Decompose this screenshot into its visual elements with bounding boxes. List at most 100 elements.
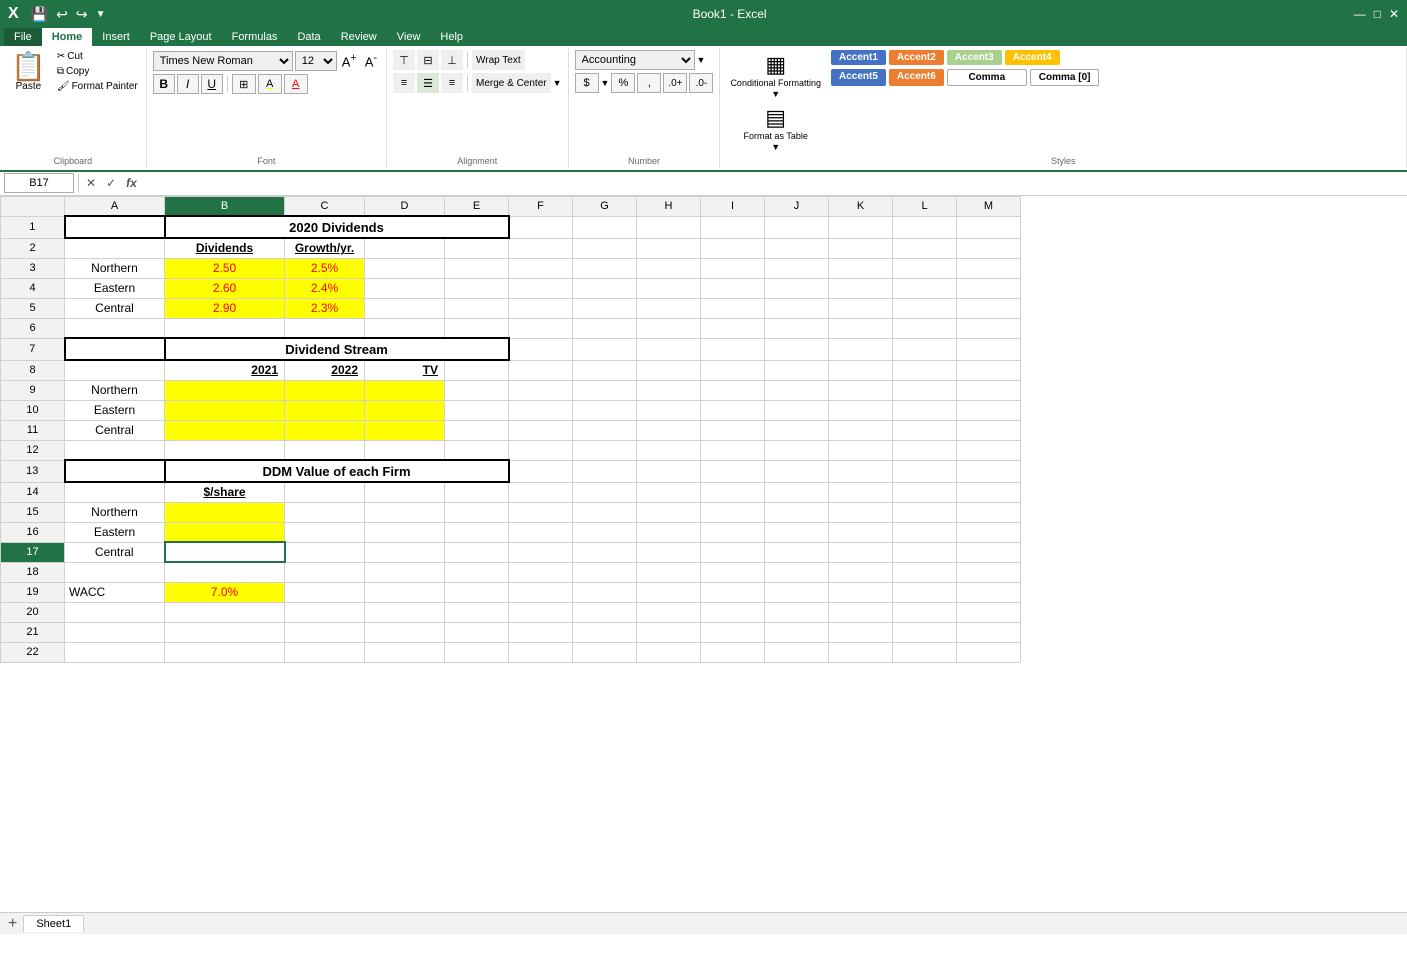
cell-I3[interactable]: [701, 258, 765, 278]
cell-J11[interactable]: [765, 420, 829, 440]
tab-page-layout[interactable]: Page Layout: [140, 28, 222, 46]
cell-H18[interactable]: [637, 562, 701, 582]
cell-D8[interactable]: TV: [365, 360, 445, 380]
col-header-F[interactable]: F: [509, 196, 573, 216]
cell-J8[interactable]: [765, 360, 829, 380]
cell-I16[interactable]: [701, 522, 765, 542]
tab-data[interactable]: Data: [287, 28, 330, 46]
undo-icon[interactable]: ↩: [56, 6, 68, 23]
cell-H1[interactable]: [637, 216, 701, 238]
cell-I7[interactable]: [701, 338, 765, 360]
cell-J10[interactable]: [765, 400, 829, 420]
cell-L21[interactable]: [893, 622, 957, 642]
cell-B7[interactable]: Dividend Stream: [165, 338, 509, 360]
cell-H17[interactable]: [637, 542, 701, 562]
cell-J18[interactable]: [765, 562, 829, 582]
col-header-D[interactable]: D: [365, 196, 445, 216]
cell-L11[interactable]: [893, 420, 957, 440]
fill-color-button[interactable]: A: [258, 74, 282, 94]
maximize-icon[interactable]: □: [1374, 7, 1381, 21]
cell-L8[interactable]: [893, 360, 957, 380]
cell-D2[interactable]: [365, 238, 445, 258]
cell-F15[interactable]: [509, 502, 573, 522]
cell-E3[interactable]: [445, 258, 509, 278]
cell-B1[interactable]: 2020 Dividends: [165, 216, 509, 238]
close-icon[interactable]: ✕: [1389, 7, 1399, 21]
cell-C4[interactable]: 2.4%: [285, 278, 365, 298]
cell-K13[interactable]: [829, 460, 893, 482]
cell-G21[interactable]: [573, 622, 637, 642]
cell-C15[interactable]: [285, 502, 365, 522]
cell-F1[interactable]: [509, 216, 573, 238]
cell-J12[interactable]: [765, 440, 829, 460]
cell-G6[interactable]: [573, 318, 637, 338]
cell-M5[interactable]: [957, 298, 1021, 318]
cell-M14[interactable]: [957, 482, 1021, 502]
align-bottom-button[interactable]: ⊥: [441, 50, 463, 70]
cell-L13[interactable]: [893, 460, 957, 482]
accent1-swatch[interactable]: Accent1: [831, 50, 886, 65]
decrease-decimal-button[interactable]: .0-: [689, 73, 713, 93]
cell-I9[interactable]: [701, 380, 765, 400]
cell-M12[interactable]: [957, 440, 1021, 460]
tab-review[interactable]: Review: [331, 28, 387, 46]
cell-M15[interactable]: [957, 502, 1021, 522]
cell-A6[interactable]: [65, 318, 165, 338]
align-top-button[interactable]: ⊤: [393, 50, 415, 70]
cell-D18[interactable]: [365, 562, 445, 582]
italic-button[interactable]: I: [177, 74, 199, 94]
cell-A2[interactable]: [65, 238, 165, 258]
cell-J20[interactable]: [765, 602, 829, 622]
cell-A5[interactable]: Central: [65, 298, 165, 318]
cell-M4[interactable]: [957, 278, 1021, 298]
cell-B8[interactable]: 2021: [165, 360, 285, 380]
cell-D11[interactable]: [365, 420, 445, 440]
cell-E4[interactable]: [445, 278, 509, 298]
copy-button[interactable]: ⧉ Copy: [55, 65, 140, 78]
cell-K10[interactable]: [829, 400, 893, 420]
cell-B21[interactable]: [165, 622, 285, 642]
cell-B19[interactable]: 7.0%: [165, 582, 285, 602]
cell-D12[interactable]: [365, 440, 445, 460]
accent4-swatch[interactable]: Accent4: [1005, 50, 1060, 65]
cell-H20[interactable]: [637, 602, 701, 622]
cell-E22[interactable]: [445, 642, 509, 662]
cell-F6[interactable]: [509, 318, 573, 338]
border-button[interactable]: ⊞: [232, 74, 256, 94]
cell-C21[interactable]: [285, 622, 365, 642]
col-header-A[interactable]: A: [65, 196, 165, 216]
cell-L17[interactable]: [893, 542, 957, 562]
cell-K12[interactable]: [829, 440, 893, 460]
cell-M11[interactable]: [957, 420, 1021, 440]
cell-I13[interactable]: [701, 460, 765, 482]
merge-dropdown-icon[interactable]: ▼: [553, 78, 562, 88]
accent5-swatch[interactable]: Accent5: [831, 69, 886, 86]
cell-E15[interactable]: [445, 502, 509, 522]
name-box[interactable]: B17: [4, 173, 74, 193]
cell-A18[interactable]: [65, 562, 165, 582]
cell-L22[interactable]: [893, 642, 957, 662]
cell-K11[interactable]: [829, 420, 893, 440]
cell-G19[interactable]: [573, 582, 637, 602]
cell-M8[interactable]: [957, 360, 1021, 380]
cell-C8[interactable]: 2022: [285, 360, 365, 380]
comma0-swatch[interactable]: Comma [0]: [1030, 69, 1100, 86]
cell-M20[interactable]: [957, 602, 1021, 622]
cell-A3[interactable]: Northern: [65, 258, 165, 278]
cell-F13[interactable]: [509, 460, 573, 482]
cell-B20[interactable]: [165, 602, 285, 622]
more-icon[interactable]: ▼: [96, 9, 106, 20]
cell-K8[interactable]: [829, 360, 893, 380]
cell-F21[interactable]: [509, 622, 573, 642]
cell-J19[interactable]: [765, 582, 829, 602]
cell-E12[interactable]: [445, 440, 509, 460]
cell-G20[interactable]: [573, 602, 637, 622]
cell-H6[interactable]: [637, 318, 701, 338]
col-header-C[interactable]: C: [285, 196, 365, 216]
tab-formulas[interactable]: Formulas: [222, 28, 288, 46]
cell-J17[interactable]: [765, 542, 829, 562]
cell-K16[interactable]: [829, 522, 893, 542]
cell-C5[interactable]: 2.3%: [285, 298, 365, 318]
cell-G4[interactable]: [573, 278, 637, 298]
cell-H21[interactable]: [637, 622, 701, 642]
